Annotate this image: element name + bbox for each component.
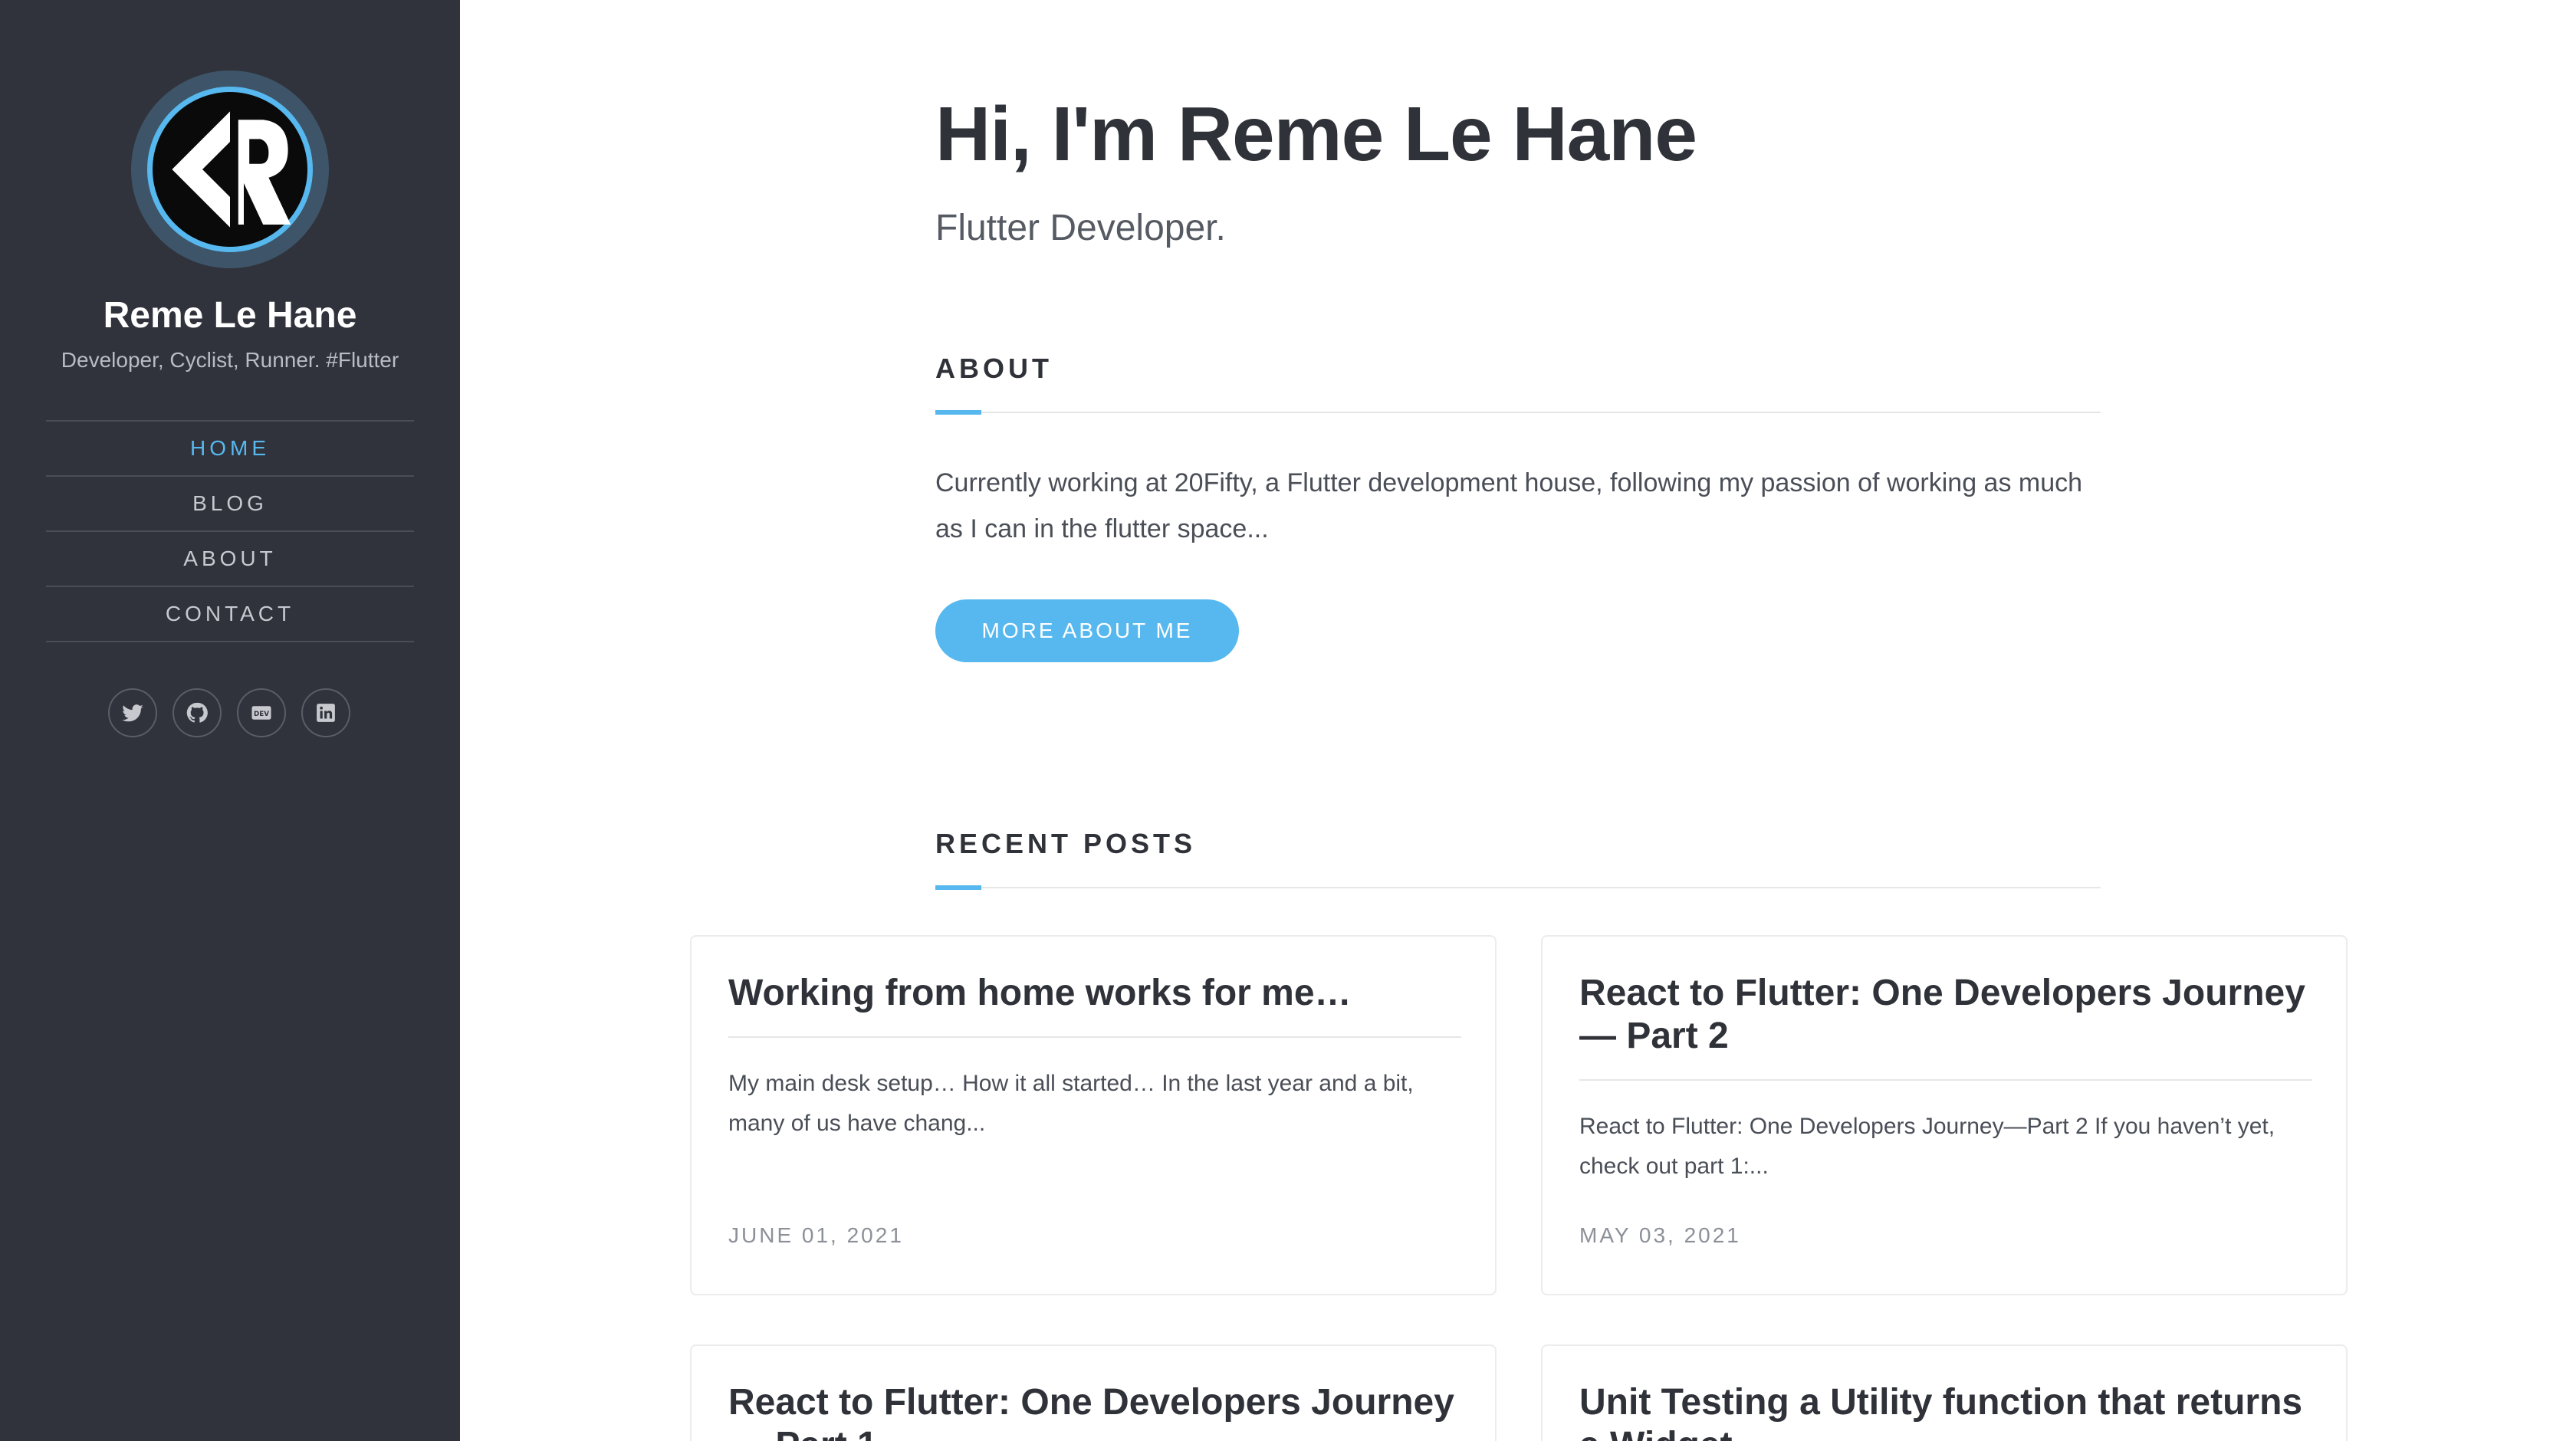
post-card[interactable]: React to Flutter: One Developers Journey…	[1541, 935, 2348, 1295]
post-date: June 01, 2021	[728, 1223, 904, 1247]
post-card[interactable]: Unit Testing a Utility function that ret…	[1541, 1344, 2348, 1441]
more-about-me-button[interactable]: More About Me	[935, 599, 1239, 662]
nav-item-home[interactable]: Home	[46, 422, 414, 477]
logo-mark-icon	[172, 111, 291, 228]
post-title[interactable]: Working from home works for me…	[728, 972, 1461, 1015]
dev-icon[interactable]: DEV	[237, 688, 286, 737]
about-divider	[935, 412, 2101, 413]
github-icon[interactable]	[172, 688, 222, 737]
profile-name: Reme Le Hane	[103, 295, 357, 336]
post-title[interactable]: Unit Testing a Utility function that ret…	[1579, 1381, 2312, 1441]
post-excerpt: React to Flutter: One Developers Journey…	[1579, 1114, 2275, 1179]
post-date: May 03, 2021	[1579, 1223, 1741, 1247]
recent-posts-accent-bar	[935, 885, 981, 890]
avatar[interactable]	[131, 71, 329, 268]
profile-tagline: Developer, Cyclist, Runner. #Flutter	[61, 348, 399, 372]
nav-item-about[interactable]: About	[46, 532, 414, 587]
sidebar-nav: Home Blog About Contact	[46, 420, 414, 642]
linkedin-icon[interactable]	[301, 688, 350, 737]
about-accent-bar	[935, 410, 981, 415]
post-card[interactable]: Working from home works for me… My main …	[690, 935, 1497, 1295]
social-links: DEV	[108, 688, 350, 737]
nav-item-contact[interactable]: Contact	[46, 587, 414, 642]
post-excerpt: My main desk setup… How it all started… …	[728, 1071, 1414, 1136]
avatar-ring	[147, 87, 313, 252]
about-text: Currently working at 20Fifty, a Flutter …	[935, 468, 2083, 543]
svg-text:DEV: DEV	[254, 711, 269, 718]
post-title[interactable]: React to Flutter: One Developers Journey…	[1579, 972, 2312, 1058]
post-divider	[1579, 1079, 2312, 1081]
post-title[interactable]: React to Flutter: One Developers Journey…	[728, 1381, 1461, 1441]
recent-posts-heading: Recent Posts	[935, 828, 1197, 859]
post-card[interactable]: React to Flutter: One Developers Journey…	[690, 1344, 1497, 1441]
post-divider	[728, 1036, 1461, 1038]
twitter-icon[interactable]	[108, 688, 157, 737]
about-heading: About	[935, 353, 1053, 384]
sidebar: Reme Le Hane Developer, Cyclist, Runner.…	[0, 0, 460, 1441]
avatar-logo	[153, 92, 307, 247]
nav-item-blog[interactable]: Blog	[46, 477, 414, 532]
main-content: Hi, I'm Reme Le Hane Flutter Developer. …	[460, 0, 2576, 1441]
hero-subtitle: Flutter Developer.	[935, 208, 1226, 248]
hero-title: Hi, I'm Reme Le Hane	[935, 91, 1697, 177]
recent-posts-divider	[935, 887, 2101, 888]
